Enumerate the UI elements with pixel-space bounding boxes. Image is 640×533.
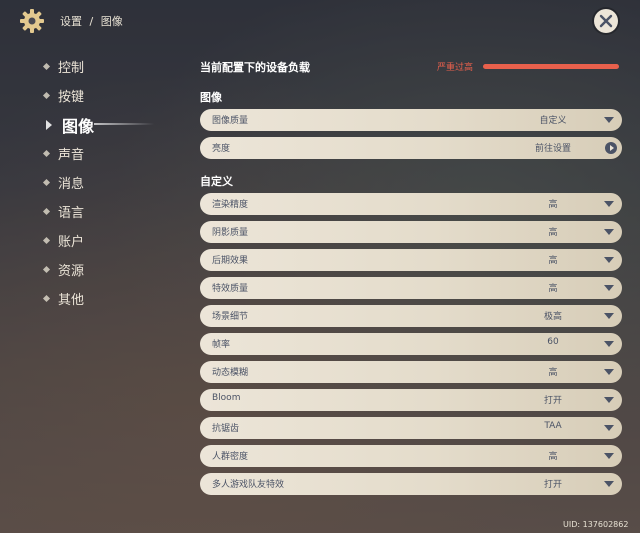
section-title-custom: 自定义 [200,175,233,188]
sidebar: 控制 按键 图像 声音 消息 语言 账户 资源 其他 [42,52,164,313]
device-load-bar [483,64,619,69]
motion-blur-dropdown[interactable]: 动态模糊 高 [200,361,622,383]
coop-teammate-effects-dropdown[interactable]: 多人游戏队友特效 打开 [200,473,622,495]
scene-detail-dropdown[interactable]: 场景细节 极高 [200,305,622,327]
sidebar-item-label: 图像 [62,116,95,136]
shadow-quality-dropdown[interactable]: 阴影质量 高 [200,221,622,243]
close-button[interactable] [594,9,618,33]
dropdown-arrow-icon [604,425,614,431]
section-title-graphics: 图像 [200,91,222,104]
setting-label: 人群密度 [212,452,249,462]
settings-panel: 当前配置下的设备负载 严重过高 图像 图像质量 自定义 亮度 前往设置 自定义 … [200,55,622,501]
setting-label: 图像质量 [212,116,249,126]
arrow-right-circle-icon [605,142,617,154]
arrow-right-icon [46,119,52,130]
diamond-icon [42,294,51,303]
setting-label: Bloom [212,393,241,403]
sidebar-item-label: 语言 [58,206,85,221]
setting-label: 帧率 [212,340,231,350]
dropdown-arrow-icon [604,229,614,235]
setting-value: 高 [548,284,558,294]
anti-aliasing-dropdown[interactable]: 抗锯齿 TAA [200,417,622,439]
setting-value: 打开 [543,480,562,490]
sidebar-item-graphics[interactable]: 图像 [44,110,164,139]
sidebar-item-keybinds[interactable]: 按键 [42,81,164,110]
diamond-icon [42,236,51,245]
setting-value: 打开 [543,396,562,406]
setting-value: 自定义 [539,116,567,126]
sidebar-item-label: 其他 [58,293,85,308]
setting-value: 高 [548,452,558,462]
dropdown-arrow-icon [604,453,614,459]
sidebar-item-language[interactable]: 语言 [42,197,164,226]
diamond-icon [42,91,51,100]
render-resolution-dropdown[interactable]: 渲染精度 高 [200,193,622,215]
setting-label: 抗锯齿 [212,424,240,434]
dropdown-arrow-icon [604,257,614,263]
graphics-quality-dropdown[interactable]: 图像质量 自定义 [200,109,622,131]
setting-value: 极高 [543,312,562,322]
sidebar-item-controls[interactable]: 控制 [42,52,164,81]
breadcrumb-separator: / [89,15,94,28]
dropdown-arrow-icon [604,481,614,487]
frame-rate-dropdown[interactable]: 帧率 60 [200,333,622,355]
sidebar-item-label: 控制 [58,61,85,76]
dropdown-arrow-icon [604,341,614,347]
setting-label: 特效质量 [212,284,249,294]
post-processing-dropdown[interactable]: 后期效果 高 [200,249,622,271]
diamond-icon [42,149,51,158]
sidebar-item-label: 资源 [58,264,85,279]
header: 设置 / 图像 [0,0,640,42]
sidebar-item-label: 按键 [58,90,85,105]
dropdown-arrow-icon [604,313,614,319]
sidebar-item-label: 消息 [58,177,85,192]
crowd-density-dropdown[interactable]: 人群密度 高 [200,445,622,467]
dropdown-arrow-icon [604,397,614,403]
setting-value: 前往设置 [534,144,571,154]
setting-value: 高 [548,228,558,238]
bloom-dropdown[interactable]: Bloom 打开 [200,389,622,411]
sidebar-item-label: 声音 [58,148,85,163]
setting-value: 高 [548,256,558,266]
sidebar-item-account[interactable]: 账户 [42,226,164,255]
sidebar-item-label: 账户 [58,235,85,250]
breadcrumb: 设置 / 图像 [60,13,127,29]
diamond-icon [42,62,51,71]
close-icon [599,14,613,28]
gear-icon [20,9,44,33]
breadcrumb-settings[interactable]: 设置 [60,15,82,28]
diamond-icon [42,265,51,274]
setting-label: 后期效果 [212,256,249,266]
device-load-status: 严重过高 [437,63,474,73]
setting-label: 阴影质量 [212,228,249,238]
diamond-icon [42,178,51,187]
setting-label: 渲染精度 [212,200,249,210]
sidebar-item-messages[interactable]: 消息 [42,168,164,197]
diamond-icon [42,207,51,216]
setting-label: 动态模糊 [212,368,249,378]
setting-value: 高 [548,200,558,210]
breadcrumb-current: 图像 [100,15,123,28]
dropdown-arrow-icon [604,117,614,123]
brightness-setting[interactable]: 亮度 前往设置 [200,137,622,159]
setting-label: 场景细节 [212,312,249,322]
sidebar-item-other[interactable]: 其他 [42,284,164,313]
sidebar-item-audio[interactable]: 声音 [42,139,164,168]
dropdown-arrow-icon [604,201,614,207]
dropdown-arrow-icon [604,369,614,375]
effects-quality-dropdown[interactable]: 特效质量 高 [200,277,622,299]
device-load-label: 当前配置下的设备负载 [200,61,310,74]
sidebar-item-resources[interactable]: 资源 [42,255,164,284]
setting-label: 亮度 [212,144,231,154]
dropdown-arrow-icon [604,285,614,291]
setting-label: 多人游戏队友特效 [212,480,285,490]
uid-label: UID: 137602862 [563,520,629,529]
setting-value: 高 [548,368,558,378]
setting-value: TAA [544,421,562,431]
device-load-indicator: 当前配置下的设备负载 严重过高 [200,55,622,77]
active-indicator [94,123,154,125]
setting-value: 60 [547,337,559,347]
